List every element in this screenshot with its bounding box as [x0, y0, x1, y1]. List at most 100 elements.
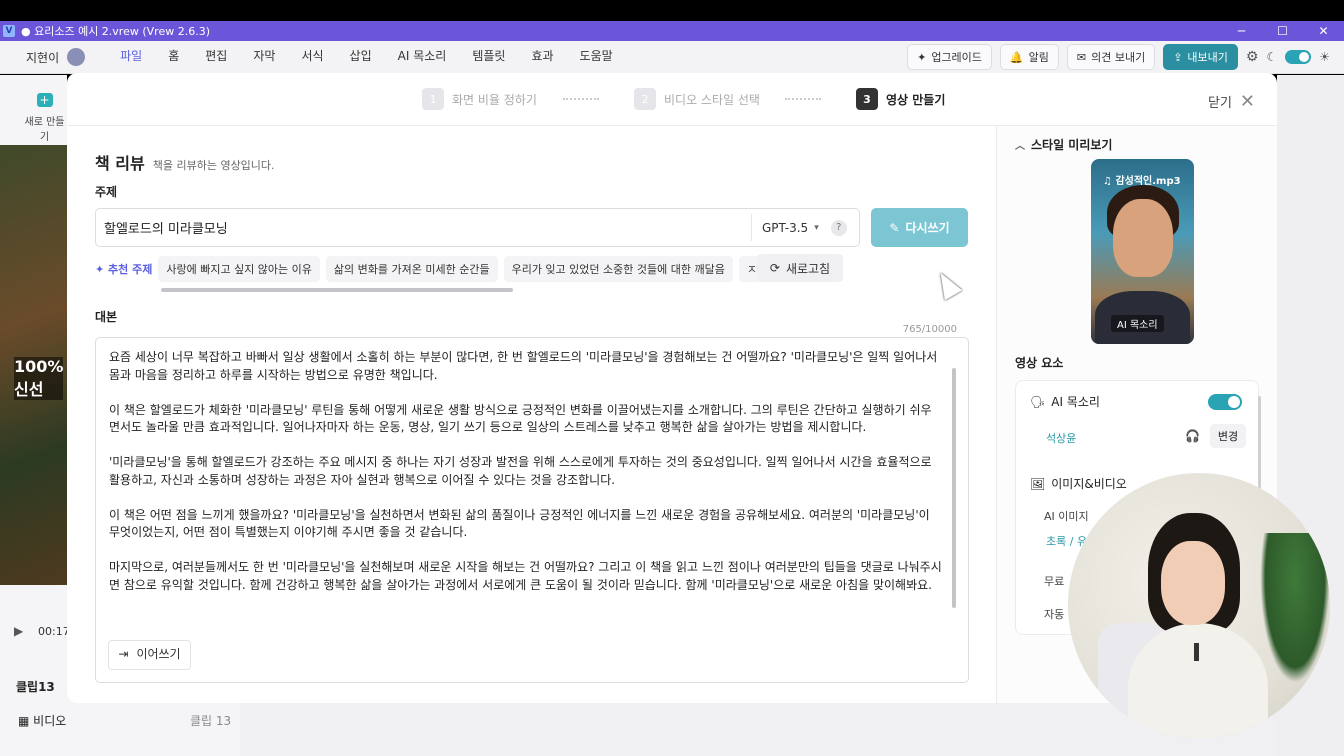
menu-insert[interactable]: 삽입: [337, 40, 385, 75]
chevron-down-icon: ▾: [814, 222, 819, 233]
vrew-app-icon: V: [3, 25, 15, 37]
free-label: 무료: [1044, 575, 1065, 588]
template-title: 책 리뷰: [95, 154, 145, 173]
user-name: 지현이: [26, 50, 60, 65]
topic-field[interactable]: 할엘로드의 미라클모닝 GPT-3.5 ▾ ?: [95, 208, 860, 247]
ai-image-label: AI 이미지: [1044, 510, 1089, 523]
ai-voice-label: AI 목소리: [1051, 395, 1100, 409]
ai-voice-badge: AI 목소리: [1111, 315, 1164, 332]
menu-ai-voice[interactable]: AI 목소리: [385, 40, 460, 75]
arrow-right-icon: ⇥: [118, 647, 129, 662]
script-paragraph: 마지막으로, 여러분들께서도 한 번 '미라클모닝'을 실천해보며 새로운 시작…: [109, 560, 942, 592]
timecode: 00:17: [38, 625, 70, 638]
menu-format[interactable]: 서식: [288, 40, 336, 75]
sparkle-icon: ✦: [917, 50, 927, 64]
style-preview-image: ♫ 감성적인.mp3 AI 목소리: [1091, 159, 1194, 344]
step-number: 3: [856, 88, 878, 110]
step-label: 영상 만들기: [886, 92, 946, 107]
video-elements-title: 영상 요소: [1015, 356, 1064, 370]
moon-icon: ☾: [1266, 50, 1278, 64]
window-title: ● 요리소즈 예시 2.vrew (Vrew 2.6.3): [21, 25, 210, 38]
close-window-button[interactable]: ✕: [1303, 21, 1344, 41]
step-label: 화면 비율 정하기: [452, 92, 537, 107]
topic-chip[interactable]: 우리가 잊고 있었던 소중한 것들에 대한 깨달음: [503, 256, 733, 282]
top-black-bar: [0, 0, 1344, 21]
menubar: 지현이 파일 홈 편집 자막 서식 삽입 AI 목소리 템플릿 효과 도움말 ✦…: [0, 40, 1344, 75]
rewrite-button[interactable]: ✎ 다시쓰기: [871, 208, 968, 247]
horizontal-scrollbar[interactable]: [161, 288, 513, 292]
help-icon[interactable]: ?: [830, 219, 847, 236]
refresh-icon: ⟳: [769, 261, 780, 275]
presenter-face: [1161, 541, 1225, 625]
play-icon[interactable]: ▶: [14, 624, 23, 638]
script-label: 대본: [95, 310, 118, 324]
music-name: 감성적인.mp3: [1115, 176, 1181, 187]
step-number: 2: [634, 88, 656, 110]
window-titlebar: V ● 요리소즈 예시 2.vrew (Vrew 2.6.3) ─ ☐ ✕: [0, 21, 1344, 41]
ai-voice-row: 🗣 AI 목소리: [1030, 393, 1100, 410]
script-editor-area: 책 리뷰 책을 리뷰하는 영상입니다. 주제 할엘로드의 미라클모닝 GPT-3…: [95, 126, 970, 703]
voice-name: 석상윤: [1046, 432, 1077, 445]
music-note-icon: ♫: [1103, 176, 1116, 187]
recommended-topics-label: ✦ 추천 주제: [95, 263, 153, 276]
menu-subtitle[interactable]: 자막: [240, 40, 288, 75]
upgrade-label: 업그레이드: [931, 51, 982, 64]
refresh-button[interactable]: ⟳ 새로고침: [757, 254, 843, 282]
step-indicator: 1 화면 비율 정하기 2 비디오 스타일 선택 3 영상 만들기 닫기 ✕: [67, 73, 1277, 126]
step-1[interactable]: 1 화면 비율 정하기: [422, 88, 537, 110]
alarm-button[interactable]: 🔔 알림: [999, 44, 1059, 70]
main-menu: 파일 홈 편집 자막 서식 삽입 AI 목소리 템플릿 효과 도움말: [107, 40, 626, 75]
minimize-button[interactable]: ─: [1221, 21, 1262, 41]
theme-toggle[interactable]: [1285, 50, 1312, 64]
close-modal-button[interactable]: 닫기 ✕: [1208, 91, 1255, 112]
mail-icon: ✉: [1076, 50, 1087, 64]
template-description: 책을 리뷰하는 영상입니다.: [152, 159, 275, 172]
topic-label: 주제: [95, 185, 118, 199]
image-video-label: 이미지&비디오: [1051, 477, 1127, 491]
image-video-row: 🖼 이미지&비디오: [1030, 475, 1127, 492]
refresh-label: 새로고침: [785, 261, 831, 276]
export-button[interactable]: ⇪ 내보내기: [1163, 44, 1238, 70]
menu-help[interactable]: 도움말: [567, 40, 626, 75]
topic-input[interactable]: 할엘로드의 미라클모닝: [96, 218, 751, 237]
topic-chip[interactable]: 사랑에 빠지고 싶지 않아는 이유: [158, 256, 320, 282]
menu-home[interactable]: 홈: [155, 40, 192, 75]
step-3[interactable]: 3 영상 만들기: [856, 88, 945, 110]
script-paragraph: 이 책은 할엘로드가 체화한 '미라클모닝' 루틴을 통해 어떻게 새로운 생활…: [109, 402, 932, 435]
feedback-button[interactable]: ✉ 의견 보내기: [1066, 44, 1156, 70]
close-label: 닫기: [1207, 96, 1232, 111]
ai-voice-toggle[interactable]: [1208, 394, 1242, 410]
script-textarea[interactable]: 요즘 세상이 너무 복잡하고 바빠서 일상 생활에서 소홀히 하는 부분이 많다…: [95, 337, 969, 683]
export-label: 내보내기: [1187, 51, 1228, 64]
plus-icon: +: [36, 93, 53, 107]
vertical-scrollbar[interactable]: [952, 368, 956, 608]
change-voice-button[interactable]: 변경: [1210, 424, 1246, 448]
gear-icon[interactable]: ⚙: [1246, 49, 1259, 65]
step-2[interactable]: 2 비디오 스타일 선택: [634, 88, 760, 110]
music-label: ♫ 감성적인.mp3: [1103, 172, 1181, 187]
menu-file[interactable]: 파일: [107, 40, 156, 75]
sun-icon: ☀: [1319, 50, 1330, 64]
menu-template[interactable]: 템플릿: [459, 40, 518, 75]
menu-effects[interactable]: 효과: [518, 40, 566, 75]
continue-writing-button[interactable]: ⇥ 이어쓰기: [108, 640, 191, 670]
style-preview-title: 스타일 미리보기: [1031, 138, 1113, 152]
clip-title: 클립13: [16, 680, 55, 694]
menu-edit[interactable]: 편집: [192, 40, 240, 75]
window-controls: ─ ☐ ✕: [1221, 21, 1344, 41]
video-preview-thumbnail: 100% 신선: [0, 145, 67, 585]
model-select[interactable]: GPT-3.5 ▾ ?: [751, 214, 859, 241]
upgrade-button[interactable]: ✦ 업그레이드: [907, 44, 992, 70]
rec-label-text: 추천 주제: [108, 263, 153, 276]
webcam-overlay: [1068, 473, 1330, 738]
user-profile[interactable]: 지현이: [26, 48, 86, 66]
new-project-button[interactable]: + 새로 만들기: [22, 93, 67, 143]
rewrite-label: 다시쓰기: [905, 221, 950, 235]
character-counter: 765/10000: [902, 324, 957, 335]
topic-chip[interactable]: 삶의 변화를 가져온 미세한 순간들: [325, 256, 498, 282]
headphones-icon[interactable]: 🎧: [1185, 429, 1200, 443]
script-paragraph: '미라클모닝'을 통해 할엘로드가 강조하는 주요 메시지 중 하나는 자기 성…: [109, 455, 932, 487]
maximize-button[interactable]: ☐: [1262, 21, 1303, 41]
style-preview-header[interactable]: ︿ 스타일 미리보기: [1015, 136, 1112, 153]
avatar: [67, 48, 86, 66]
